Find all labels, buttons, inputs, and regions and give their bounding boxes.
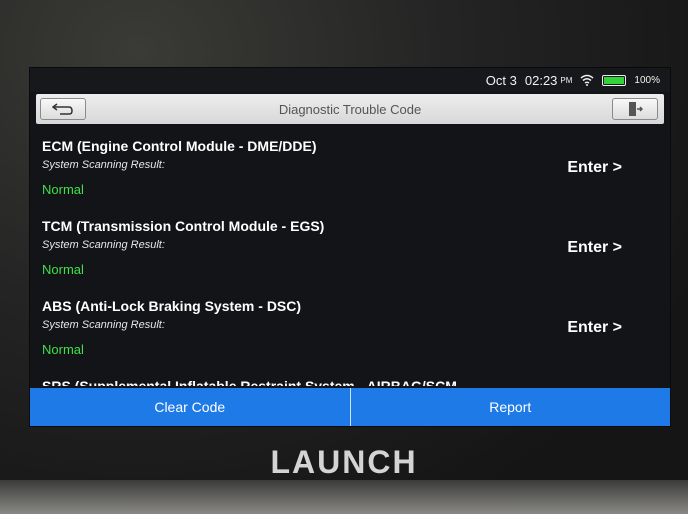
scan-result-status: Normal — [42, 262, 84, 277]
list-item-ecm[interactable]: ECM (Engine Control Module - DME/DDE) Sy… — [30, 128, 670, 208]
enter-button[interactable]: Enter > — [567, 159, 622, 177]
status-bar: Oct 3 02:23 PM 100% — [30, 68, 670, 92]
status-meridiem: PM — [560, 75, 573, 85]
module-name: ECM (Engine Control Module - DME/DDE) — [42, 138, 317, 154]
page-title: Diagnostic Trouble Code — [278, 101, 422, 117]
back-arrow-icon — [52, 103, 73, 115]
module-list: ECM (Engine Control Module - DME/DDE) Sy… — [30, 128, 670, 386]
status-date: Oct 3 — [485, 72, 517, 88]
scan-result-status: Normal — [42, 182, 84, 197]
module-name: TCM (Transmission Control Module - EGS) — [42, 218, 325, 234]
scan-result-label: System Scanning Result: — [42, 159, 165, 171]
exit-button[interactable] — [612, 98, 658, 120]
scan-result-label: System Scanning Result: — [42, 239, 165, 251]
exit-door-icon — [629, 102, 643, 116]
list-item-srs[interactable]: SRS (Supplemental Inflatable Restraint S… — [30, 368, 670, 386]
wifi-icon — [580, 74, 594, 86]
status-time: 02:23 — [524, 72, 558, 88]
battery-icon — [602, 74, 627, 86]
list-item-abs[interactable]: ABS (Anti-Lock Braking System - DSC) Sys… — [30, 288, 670, 368]
device-base — [0, 480, 688, 514]
scan-result-label: System Scanning Result: — [42, 319, 165, 331]
report-button[interactable]: Report — [349, 388, 671, 426]
list-item-tcm[interactable]: TCM (Transmission Control Module - EGS) … — [30, 208, 670, 288]
scan-result-status: Normal — [42, 342, 84, 357]
action-bar: Clear Code Report — [30, 388, 670, 426]
brand-logo: LAUNCH — [270, 444, 418, 480]
module-name: SRS (Supplemental Inflatable Restraint S… — [42, 378, 457, 386]
clear-code-button[interactable]: Clear Code — [30, 388, 350, 426]
enter-button[interactable]: Enter > — [567, 239, 622, 257]
enter-button[interactable]: Enter > — [567, 319, 622, 337]
module-name: ABS (Anti-Lock Braking System - DSC) — [42, 298, 302, 314]
title-bar: Diagnostic Trouble Code — [36, 94, 664, 124]
device-screen: Oct 3 02:23 PM 100% Diagnostic Trouble C… — [30, 68, 670, 426]
battery-level: 100% — [634, 74, 660, 86]
back-button[interactable] — [40, 98, 86, 120]
